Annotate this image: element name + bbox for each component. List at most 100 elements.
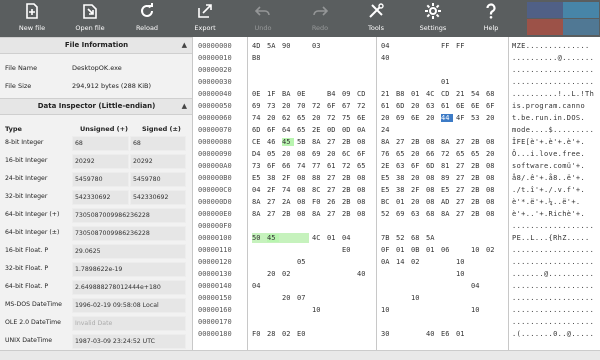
hex-byte[interactable]: 0A <box>357 126 369 134</box>
hex-byte[interactable]: CE <box>252 138 264 146</box>
hex-byte[interactable]: 72 <box>357 102 369 110</box>
hex-byte[interactable]: 8A <box>252 198 264 206</box>
hex-byte[interactable]: 38 <box>267 174 279 182</box>
hex-byte[interactable]: 8A <box>441 138 453 146</box>
hex-byte[interactable]: 8A <box>312 210 324 218</box>
hex-byte[interactable]: 20 <box>486 150 498 158</box>
hex-byte[interactable]: 61 <box>327 162 339 170</box>
hex-byte[interactable]: 08 <box>486 198 498 206</box>
hex-byte[interactable]: 4C <box>312 234 324 242</box>
hex-byte[interactable]: 65 <box>357 162 369 170</box>
hex-byte[interactable]: 08 <box>357 210 369 218</box>
ascii-text[interactable]: t.be.run.in.DOS. <box>512 114 585 122</box>
hex-byte[interactable]: 10 <box>471 246 483 254</box>
hex-byte[interactable]: 08 <box>486 186 498 194</box>
hex-byte[interactable]: 20 <box>267 114 279 122</box>
inspector-value-field[interactable]: 1996-02-19 09:58:08 Local <box>72 298 186 313</box>
hex-byte[interactable]: 20 <box>381 114 393 122</box>
linkedin-icon[interactable] <box>563 19 599 35</box>
hex-byte[interactable]: 52 <box>396 234 408 242</box>
hex-byte[interactable]: 6E <box>411 114 423 122</box>
ascii-text[interactable]: ..........!..L.!Th <box>512 90 594 98</box>
hex-byte[interactable]: 10 <box>312 306 324 314</box>
hex-byte[interactable]: 66 <box>426 150 438 158</box>
hex-byte[interactable]: 72 <box>441 150 453 158</box>
hex-byte[interactable]: 21 <box>381 90 393 98</box>
reload-button[interactable]: Reload <box>119 0 175 37</box>
hex-byte[interactable]: 0D <box>342 126 354 134</box>
hex-byte[interactable]: 09 <box>342 90 354 98</box>
hex-byte[interactable]: 50 <box>252 234 264 242</box>
hex-byte[interactable]: CD <box>357 90 369 98</box>
signed-value-field[interactable]: 542330692 <box>130 190 186 205</box>
hex-byte[interactable]: 2B <box>342 138 354 146</box>
signed-value-field[interactable]: 20292 <box>130 154 186 169</box>
hex-byte[interactable]: 44 <box>441 114 453 122</box>
hex-byte[interactable]: E5 <box>441 186 453 194</box>
ascii-text[interactable]: è'+..'+.Richè'+. <box>512 210 585 218</box>
hex-byte[interactable]: 27 <box>267 210 279 218</box>
hex-byte[interactable]: 38 <box>396 174 408 182</box>
hex-byte[interactable]: 10 <box>456 270 468 278</box>
hex-byte[interactable]: 04 <box>381 42 393 50</box>
hex-byte[interactable]: BA <box>282 90 294 98</box>
hex-byte[interactable]: 2B <box>342 210 354 218</box>
hex-byte[interactable]: 20 <box>411 102 423 110</box>
google-plus-icon[interactable] <box>527 19 563 35</box>
hex-byte[interactable]: 02 <box>282 330 294 338</box>
hex-byte[interactable]: 72 <box>327 114 339 122</box>
hex-byte[interactable]: 8A <box>312 138 324 146</box>
hex-byte[interactable]: 08 <box>486 162 498 170</box>
ascii-text[interactable]: .................. <box>512 318 594 326</box>
hex-byte[interactable]: B8 <box>396 90 408 98</box>
hex-byte[interactable]: 1F <box>267 90 279 98</box>
hex-byte[interactable]: 62 <box>282 114 294 122</box>
ascii-text[interactable]: .................. <box>512 294 594 302</box>
unsigned-value-field[interactable]: 68 <box>72 136 129 151</box>
hex-byte[interactable]: 03 <box>312 42 324 50</box>
hex-byte[interactable]: F0 <box>312 198 324 206</box>
inspector-value-field[interactable]: 1987-03-09 23:24:52 UTC <box>72 334 186 349</box>
hex-byte[interactable]: 01 <box>411 90 423 98</box>
hex-byte[interactable]: 40 <box>426 330 438 338</box>
hex-byte[interactable]: 2B <box>342 186 354 194</box>
hex-byte[interactable]: 2B <box>471 210 483 218</box>
hex-byte[interactable]: 08 <box>297 198 309 206</box>
hex-byte[interactable]: 2B <box>342 198 354 206</box>
hex-byte[interactable]: 45 <box>267 234 279 242</box>
hex-byte[interactable]: E6 <box>441 330 453 338</box>
unsigned-value-field[interactable]: 542330692 <box>72 190 129 205</box>
hex-byte[interactable]: 61 <box>441 102 453 110</box>
hex-byte[interactable]: E0 <box>342 246 354 254</box>
hex-byte[interactable]: 52 <box>381 210 393 218</box>
hex-byte[interactable]: 6E <box>357 114 369 122</box>
hex-byte[interactable]: 72 <box>312 102 324 110</box>
hex-byte[interactable]: 08 <box>357 174 369 182</box>
hex-byte[interactable]: 0F <box>381 246 393 254</box>
hex-byte[interactable]: 01 <box>426 246 438 254</box>
hex-byte[interactable]: 08 <box>297 174 309 182</box>
hex-byte[interactable]: D4 <box>252 150 264 158</box>
hex-byte[interactable]: 46 <box>267 138 279 146</box>
hex-byte[interactable]: 21 <box>456 90 468 98</box>
hex-byte[interactable]: 8A <box>381 138 393 146</box>
hex-byte[interactable]: 20 <box>267 270 279 278</box>
hex-byte[interactable]: 6F <box>486 102 498 110</box>
hex-byte[interactable]: 69 <box>396 114 408 122</box>
hex-byte[interactable]: 69 <box>252 102 264 110</box>
hex-byte[interactable]: 01 <box>396 246 408 254</box>
hex-byte[interactable]: 8C <box>312 186 324 194</box>
hex-byte[interactable]: 6E <box>456 102 468 110</box>
hex-byte[interactable]: B4 <box>327 90 339 98</box>
inspector-value-field[interactable]: 1.7898622e-19 <box>72 262 186 277</box>
hex-byte[interactable]: 08 <box>426 138 438 146</box>
hex-byte[interactable]: 81 <box>441 162 453 170</box>
hex-byte[interactable]: 02 <box>486 246 498 254</box>
hex-byte[interactable]: 75 <box>342 114 354 122</box>
hex-byte[interactable]: 4F <box>456 114 468 122</box>
hex-byte[interactable]: 68 <box>426 210 438 218</box>
hex-byte[interactable]: 74 <box>252 114 264 122</box>
unsigned-value-field[interactable]: 20292 <box>72 154 129 169</box>
ascii-text[interactable]: .................. <box>512 246 594 254</box>
hex-byte[interactable]: 08 <box>297 186 309 194</box>
